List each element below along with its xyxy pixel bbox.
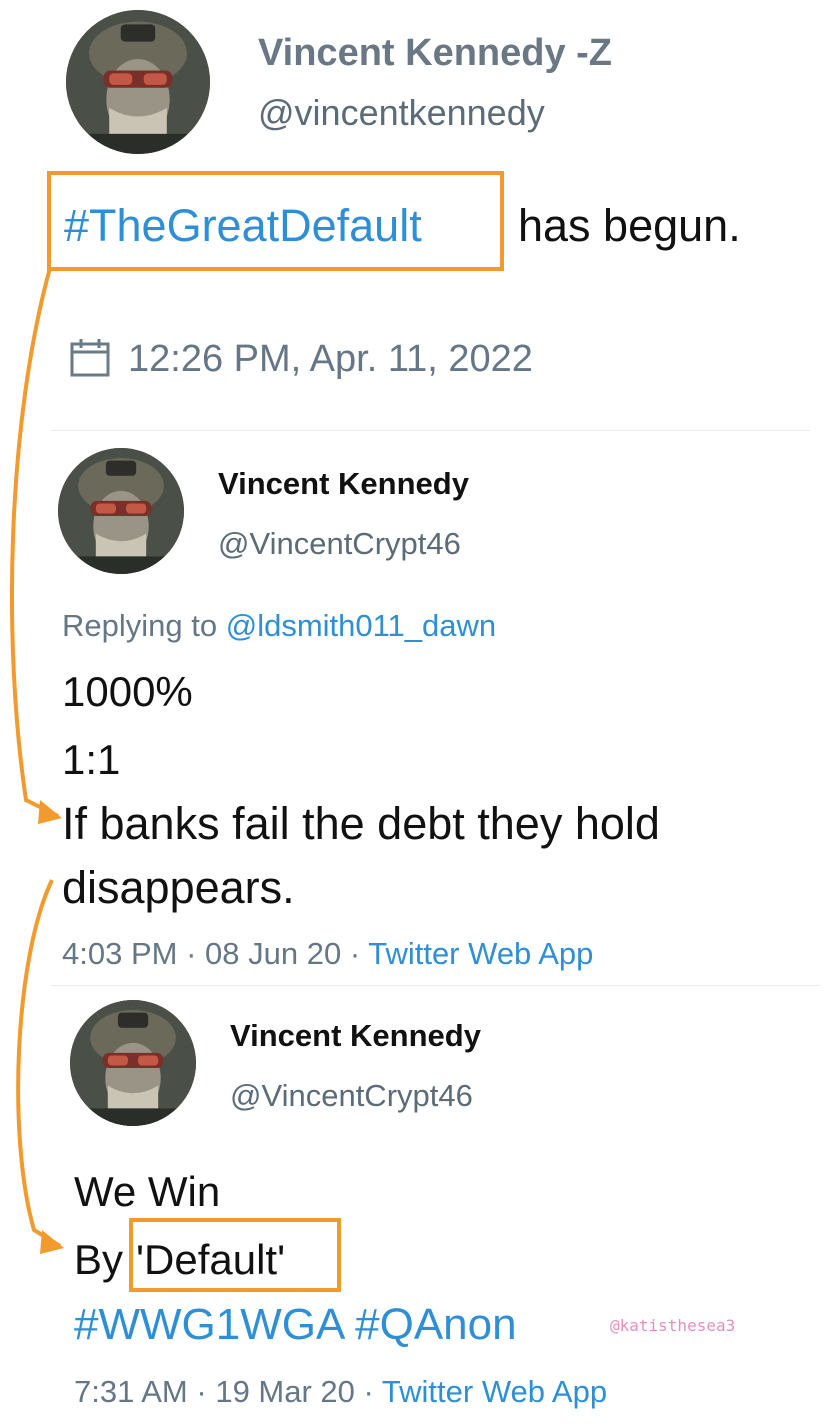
soldier-avatar-icon (66, 10, 210, 154)
tweet-line: 1:1 (62, 736, 121, 783)
tweet-meta: 7:31 AM · 19 Mar 20 · Twitter Web App (74, 1374, 607, 1410)
divider (50, 430, 810, 431)
tweet-line: If banks fail the debt they hold (62, 798, 660, 849)
calendar-icon (70, 339, 110, 377)
meta-separator: · (186, 936, 197, 971)
tweet-date: 08 Jun 20 (205, 936, 342, 971)
user-handle[interactable]: @VincentCrypt46 (218, 526, 461, 562)
source-link[interactable]: Twitter Web App (368, 936, 593, 971)
tweet-meta: 4:03 PM · 08 Jun 20 · Twitter Web App (62, 936, 593, 972)
annotation-arrow (9, 267, 59, 818)
highlight-box (129, 1218, 341, 1292)
arrow-head (40, 1230, 64, 1254)
user-handle[interactable]: @VincentCrypt46 (230, 1078, 473, 1114)
tweet-date: 19 Mar 20 (215, 1374, 355, 1409)
annotation-arrow (16, 879, 62, 1248)
tweet-line: disappears. (62, 862, 295, 913)
divider (50, 985, 820, 986)
avatar[interactable] (66, 10, 210, 154)
tweet-text: has begun. (518, 200, 741, 251)
mention-link[interactable]: @ldsmith011_dawn (226, 608, 496, 643)
tweet-line: We Win (74, 1168, 221, 1215)
display-name[interactable]: Vincent Kennedy (218, 466, 469, 502)
hashtag-link[interactable]: #WWG1WGA #QAnon (74, 1300, 517, 1350)
soldier-avatar-icon (70, 1000, 196, 1126)
replying-to: Replying to @ldsmith011_dawn (62, 608, 496, 644)
meta-separator: · (363, 1374, 374, 1409)
display-name[interactable]: Vincent Kennedy -Z (258, 32, 612, 75)
tweet-time: 4:03 PM (62, 936, 178, 971)
watermark: @katisthesea3 (610, 1316, 736, 1335)
soldier-avatar-icon (58, 448, 184, 574)
arrow-head (38, 800, 62, 824)
user-handle[interactable]: @vincentkennedy (258, 92, 545, 134)
tweet-line: 1000% (62, 668, 193, 715)
source-link[interactable]: Twitter Web App (382, 1374, 607, 1409)
avatar[interactable] (58, 448, 184, 574)
avatar[interactable] (70, 1000, 196, 1126)
meta-separator: · (349, 936, 361, 971)
meta-separator: · (196, 1374, 207, 1409)
tweet-time: 7:31 AM (74, 1374, 188, 1409)
tweet-line: By (74, 1236, 124, 1283)
display-name[interactable]: Vincent Kennedy (230, 1018, 481, 1054)
replying-prefix: Replying to (62, 608, 218, 643)
tweet-date: 12:26 PM, Apr. 11, 2022 (128, 338, 533, 380)
highlight-box (47, 171, 504, 271)
